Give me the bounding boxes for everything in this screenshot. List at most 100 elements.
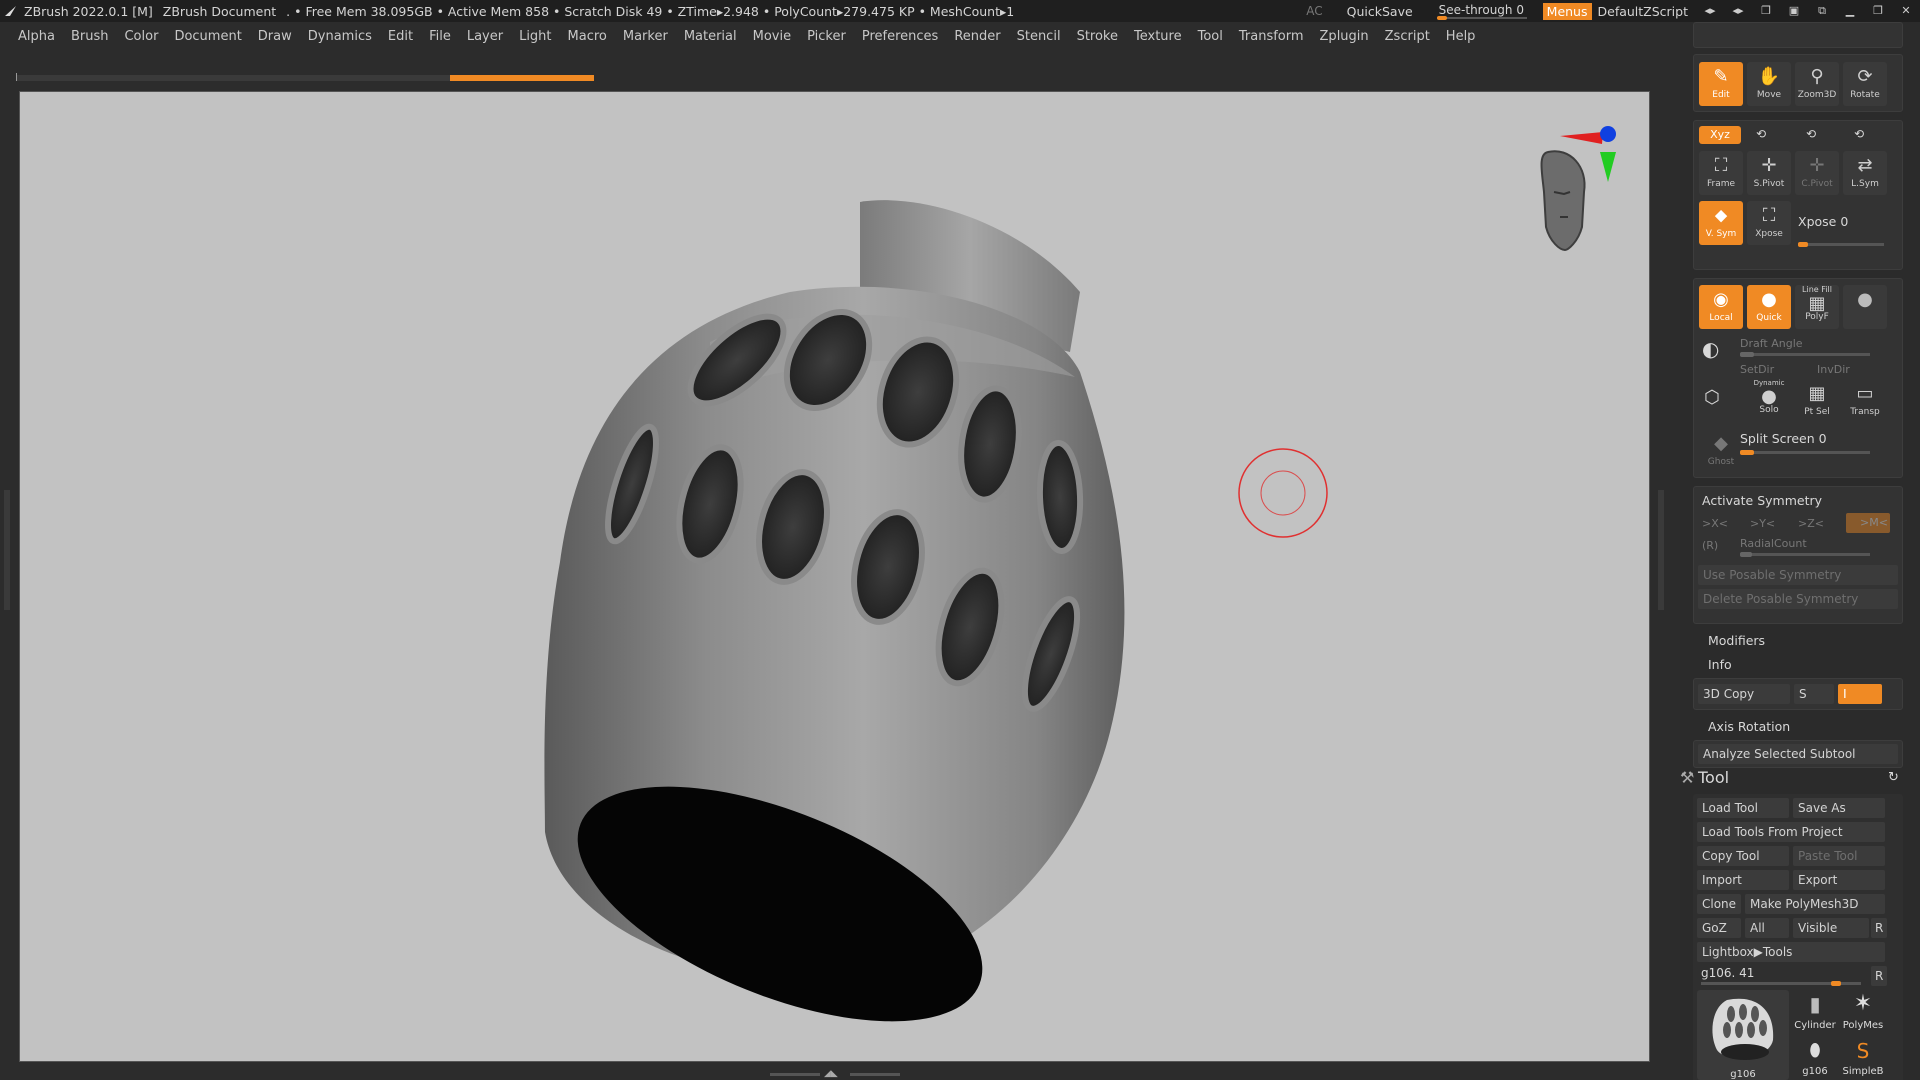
menu-movie[interactable]: Movie bbox=[753, 29, 791, 44]
spivot-button[interactable]: ✛ S.Pivot bbox=[1747, 151, 1791, 195]
paste-tool-button[interactable]: Paste Tool bbox=[1793, 846, 1885, 866]
sym-m-button[interactable]: >M< bbox=[1846, 513, 1890, 533]
tool-r-button[interactable]: R bbox=[1871, 966, 1887, 986]
sym-y-button[interactable]: >Y< bbox=[1750, 517, 1775, 530]
duplicate-icon[interactable]: ⧉ bbox=[1813, 4, 1831, 18]
analyze-subtool-button[interactable]: Analyze Selected Subtool bbox=[1698, 744, 1898, 764]
ptsel-button[interactable]: ▦ Pt Sel bbox=[1795, 379, 1839, 423]
rotate-z-icon[interactable]: ⟲ bbox=[1806, 127, 1816, 141]
help-icon[interactable]: ▣ bbox=[1785, 4, 1803, 18]
menu-stencil[interactable]: Stencil bbox=[1017, 29, 1061, 44]
save-as-button[interactable]: Save As bbox=[1793, 798, 1885, 818]
solo-button[interactable]: Dynamic ● Solo bbox=[1747, 379, 1791, 423]
copy-3d-i-button[interactable]: I bbox=[1838, 684, 1882, 704]
menu-marker[interactable]: Marker bbox=[623, 29, 668, 44]
restore-icon[interactable]: ❐ bbox=[1869, 4, 1887, 18]
see-through-slider[interactable]: See-through 0 bbox=[1433, 2, 1531, 20]
default-zscript-button[interactable]: DefaultZScript bbox=[1598, 4, 1689, 19]
cube-icon[interactable]: ⬡ bbox=[1704, 387, 1720, 408]
quicksave-button[interactable]: QuickSave bbox=[1347, 4, 1413, 19]
vase-3d-model[interactable] bbox=[544, 200, 1125, 1062]
tool-thumb-g106[interactable]: ⬮ g106 bbox=[1793, 1038, 1837, 1080]
menu-brush[interactable]: Brush bbox=[71, 29, 109, 44]
setdir-button[interactable]: SetDir bbox=[1740, 363, 1774, 376]
ac-button[interactable]: AC bbox=[1306, 4, 1322, 18]
sym-z-button[interactable]: >Z< bbox=[1798, 517, 1824, 530]
vsym-button[interactable]: ⬥ V. Sym bbox=[1699, 201, 1743, 245]
cpivot-button[interactable]: ✛ C.Pivot bbox=[1795, 151, 1839, 195]
lightbox-tools-button[interactable]: Lightbox▶Tools bbox=[1697, 942, 1885, 962]
polyf-button[interactable]: Line Fill ▦ PolyF bbox=[1795, 285, 1839, 329]
menu-layer[interactable]: Layer bbox=[467, 29, 503, 44]
copy-tool-button[interactable]: Copy Tool bbox=[1697, 846, 1789, 866]
zoom3d-button[interactable]: ⚲ Zoom3D bbox=[1795, 62, 1839, 106]
menu-stroke[interactable]: Stroke bbox=[1077, 29, 1118, 44]
menu-edit[interactable]: Edit bbox=[388, 29, 413, 44]
delete-posable-symmetry-button[interactable]: Delete Posable Symmetry bbox=[1698, 589, 1898, 609]
rotate-free-icon[interactable]: ⟲ bbox=[1854, 127, 1864, 141]
right-tray-handle[interactable] bbox=[1658, 490, 1664, 610]
goz-r-button[interactable]: R bbox=[1871, 918, 1887, 938]
menu-color[interactable]: Color bbox=[124, 29, 158, 44]
canvas-viewport[interactable] bbox=[19, 91, 1650, 1062]
info-section[interactable]: Info bbox=[1708, 657, 1732, 672]
split-screen-slider[interactable] bbox=[1740, 450, 1870, 455]
activate-symmetry-button[interactable]: Activate Symmetry bbox=[1702, 493, 1822, 508]
menu-texture[interactable]: Texture bbox=[1134, 29, 1182, 44]
palette-refresh-icon[interactable]: ↻ bbox=[1888, 770, 1899, 785]
menu-tool[interactable]: Tool bbox=[1198, 29, 1223, 44]
make-polymesh3d-button[interactable]: Make PolyMesh3D bbox=[1745, 894, 1885, 914]
menu-picker[interactable]: Picker bbox=[807, 29, 846, 44]
axis-rotation-section[interactable]: Axis Rotation bbox=[1708, 719, 1790, 734]
menu-draw[interactable]: Draw bbox=[258, 29, 292, 44]
menu-help[interactable]: Help bbox=[1446, 29, 1476, 44]
sym-x-button[interactable]: >X< bbox=[1702, 517, 1728, 530]
menu-transform[interactable]: Transform bbox=[1239, 29, 1304, 44]
menu-zscript[interactable]: Zscript bbox=[1385, 29, 1430, 44]
ui-layout-icon[interactable]: ◂▸ bbox=[1701, 4, 1719, 18]
transp-button[interactable]: ▭ Transp bbox=[1843, 379, 1887, 423]
draft-angle-slider[interactable] bbox=[1740, 352, 1870, 357]
frame-button[interactable]: ⛶ Frame bbox=[1699, 151, 1743, 195]
tool-thumb-polymesh[interactable]: ✶ PolyMes bbox=[1841, 990, 1885, 1034]
xyz-toggle[interactable]: Xyz bbox=[1699, 126, 1741, 144]
goz-all-button[interactable]: All bbox=[1745, 918, 1789, 938]
menu-file[interactable]: File bbox=[429, 29, 451, 44]
tool-thumb-cylinder[interactable]: ▮ Cylinder bbox=[1793, 990, 1837, 1034]
minimize-icon[interactable]: ▁ bbox=[1841, 4, 1859, 18]
tool-palette-title[interactable]: Tool bbox=[1698, 768, 1729, 787]
copy-3d-button[interactable]: 3D Copy bbox=[1698, 684, 1790, 704]
invdir-button[interactable]: InvDir bbox=[1817, 363, 1850, 376]
move-button[interactable]: ✋ Move bbox=[1747, 62, 1791, 106]
pin-icon[interactable]: ⚒ bbox=[1680, 768, 1694, 787]
contrast-icon[interactable]: ◐ bbox=[1702, 337, 1719, 361]
menu-document[interactable]: Document bbox=[174, 29, 241, 44]
menu-macro[interactable]: Macro bbox=[568, 29, 607, 44]
goz-button[interactable]: GoZ bbox=[1697, 918, 1741, 938]
clone-button[interactable]: Clone bbox=[1697, 894, 1741, 914]
current-tool-slider[interactable] bbox=[1701, 981, 1861, 986]
local-button[interactable]: ◉ Local bbox=[1699, 285, 1743, 329]
orientation-head-gizmo[interactable] bbox=[1540, 126, 1617, 252]
menu-light[interactable]: Light bbox=[519, 29, 551, 44]
tool-thumb-simplebrush[interactable]: S SimpleB bbox=[1841, 1038, 1885, 1080]
window-layout-icon[interactable]: ❐ bbox=[1757, 4, 1775, 18]
ghost-button[interactable]: ◆ Ghost bbox=[1699, 429, 1743, 473]
rotate-button[interactable]: ⟳ Rotate bbox=[1843, 62, 1887, 106]
export-button[interactable]: Export bbox=[1793, 870, 1885, 890]
radial-count-slider[interactable] bbox=[1740, 552, 1870, 557]
import-button[interactable]: Import bbox=[1697, 870, 1789, 890]
close-icon[interactable]: ✕ bbox=[1897, 4, 1915, 18]
xpose-slider[interactable] bbox=[1798, 242, 1884, 247]
modifiers-section[interactable]: Modifiers bbox=[1708, 633, 1765, 648]
tool-thumb-g106-main[interactable]: g106 bbox=[1697, 990, 1789, 1080]
menu-zplugin[interactable]: Zplugin bbox=[1320, 29, 1369, 44]
xpose-button[interactable]: ⛶ Xpose bbox=[1747, 201, 1791, 245]
menu-dynamics[interactable]: Dynamics bbox=[308, 29, 372, 44]
menu-render[interactable]: Render bbox=[954, 29, 1000, 44]
menus-toggle[interactable]: Menus bbox=[1542, 2, 1592, 20]
edit-button[interactable]: ✎ Edit bbox=[1699, 62, 1743, 106]
copy-3d-s-button[interactable]: S bbox=[1794, 684, 1834, 704]
ui-layout-2-icon[interactable]: ◂▸ bbox=[1729, 4, 1747, 18]
use-posable-symmetry-button[interactable]: Use Posable Symmetry bbox=[1698, 565, 1898, 585]
